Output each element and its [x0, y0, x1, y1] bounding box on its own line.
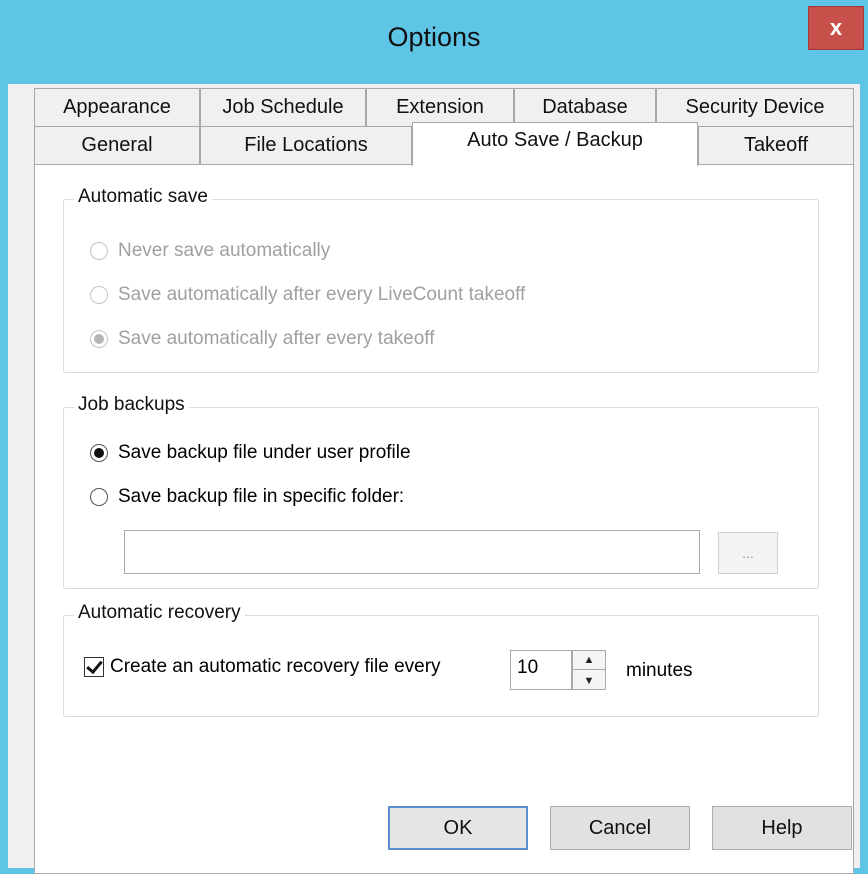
save-after-takeoff-radio[interactable]: Save automatically after every takeoff [90, 328, 434, 350]
never-save-label: Never save automatically [118, 240, 331, 261]
close-button[interactable]: x [808, 6, 864, 50]
help-button[interactable]: Help [712, 806, 852, 850]
radio-icon [90, 488, 108, 506]
window-title: Options [387, 22, 481, 52]
tab-auto-save-backup[interactable]: Auto Save / Backup [412, 122, 698, 166]
checkbox-checked-icon [84, 657, 104, 677]
cancel-button[interactable]: Cancel [550, 806, 690, 850]
backup-specific-folder-label: Save backup file in specific folder: [118, 486, 405, 507]
save-after-takeoff-label: Save automatically after every takeoff [118, 328, 435, 349]
options-dialog: Options x Appearance Job Schedule Extens… [0, 0, 868, 874]
backup-folder-input[interactable] [124, 530, 700, 574]
radio-icon [90, 286, 108, 304]
browse-folder-button[interactable]: ... [718, 532, 778, 574]
tab-database[interactable]: Database [514, 88, 656, 126]
job-backups-group: Job backups Save backup file under user … [63, 394, 819, 589]
never-save-radio[interactable]: Never save automatically [90, 240, 330, 262]
recovery-interval-spinner: ▲ ▼ [572, 650, 606, 690]
radio-selected-icon [90, 330, 108, 348]
ok-button[interactable]: OK [388, 806, 528, 850]
spin-down-icon[interactable]: ▼ [573, 671, 605, 690]
create-recovery-checkbox[interactable]: Create an automatic recovery file every [84, 656, 441, 678]
radio-icon [90, 242, 108, 260]
save-after-livecount-label: Save automatically after every LiveCount… [118, 284, 526, 305]
recovery-interval-input[interactable]: 10 [510, 650, 572, 690]
minutes-label: minutes [626, 660, 693, 681]
backup-specific-folder-radio[interactable]: Save backup file in specific folder: [90, 486, 404, 508]
tab-security-device[interactable]: Security Device [656, 88, 854, 126]
backup-user-profile-radio[interactable]: Save backup file under user profile [90, 442, 411, 464]
automatic-recovery-group: Automatic recovery Create an automatic r… [63, 602, 819, 717]
dialog-client-area: Appearance Job Schedule Extension Databa… [8, 84, 860, 874]
automatic-save-group: Automatic save Never save automatically … [63, 186, 819, 373]
radio-selected-icon [90, 444, 108, 462]
save-after-livecount-radio[interactable]: Save automatically after every LiveCount… [90, 284, 525, 306]
tab-file-locations[interactable]: File Locations [200, 126, 412, 164]
title-bar[interactable]: Options x [0, 0, 868, 84]
tab-general[interactable]: General [34, 126, 200, 164]
tab-job-schedule[interactable]: Job Schedule [200, 88, 366, 126]
spin-up-icon[interactable]: ▲ [573, 651, 605, 670]
tab-appearance[interactable]: Appearance [34, 88, 200, 126]
tab-extension[interactable]: Extension [366, 88, 514, 126]
job-backups-label: Job backups [74, 394, 189, 416]
backup-user-profile-label: Save backup file under user profile [118, 442, 411, 463]
auto-save-backup-panel: Automatic save Never save automatically … [34, 164, 854, 874]
tab-takeoff[interactable]: Takeoff [698, 126, 854, 164]
automatic-save-label: Automatic save [74, 186, 212, 208]
automatic-recovery-label: Automatic recovery [74, 602, 245, 624]
create-recovery-label: Create an automatic recovery file every [110, 656, 441, 677]
